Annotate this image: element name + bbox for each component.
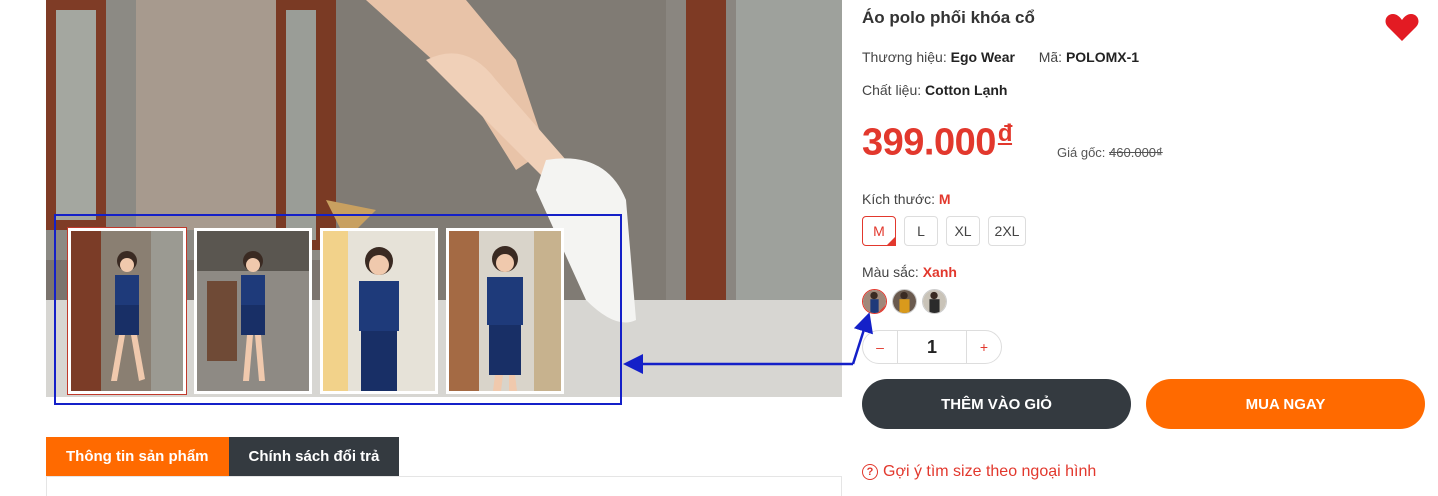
size-label-line: Kích thước: M xyxy=(862,191,951,207)
color-swatch-navy[interactable] xyxy=(862,289,887,314)
brand-value: Ego Wear xyxy=(950,49,1015,65)
thumbnail-2[interactable] xyxy=(194,228,312,394)
thumbnail-photo-3 xyxy=(323,231,435,391)
tab-return-policy[interactable]: Chính sách đổi trả xyxy=(228,437,400,476)
navy-swatch-icon xyxy=(863,290,886,313)
tab-product-info[interactable]: Thông tin sản phẩm xyxy=(46,437,229,476)
size-suggestion-link[interactable]: ? Gợi ý tìm size theo ngoại hình xyxy=(862,463,1096,481)
question-icon: ? xyxy=(862,464,878,480)
sale-price: 399.000đ xyxy=(862,120,1013,165)
product-title: Áo polo phối khóa cổ xyxy=(862,8,1035,27)
buy-now-button[interactable]: MUA NGAY xyxy=(1146,379,1425,429)
quantity-input[interactable]: 1 xyxy=(897,331,967,363)
size-selected: M xyxy=(938,191,951,207)
size-label: Kích thước: xyxy=(862,191,936,207)
size-option-m[interactable]: M xyxy=(862,216,896,246)
brand-sku-line: Thương hiệu: Ego Wear Mã: POLOMX-1 xyxy=(862,49,1139,65)
color-label-line: Màu sắc: Xanh xyxy=(862,264,957,280)
material-value: Cotton Lạnh xyxy=(925,82,1008,98)
thumbnail-4[interactable] xyxy=(446,228,564,394)
quantity-decrease-button[interactable]: – xyxy=(863,331,897,363)
product-page: Thông tin sản phẩm Chính sách đổi trả Áo… xyxy=(0,0,1438,496)
quantity-increase-button[interactable]: + xyxy=(967,331,1001,363)
thumbnail-1[interactable] xyxy=(67,227,187,395)
color-label: Màu sắc: xyxy=(862,264,919,280)
add-to-cart-button[interactable]: THÊM VÀO GIỎ xyxy=(862,379,1131,429)
size-suggestion-text: Gợi ý tìm size theo ngoại hình xyxy=(883,463,1097,480)
thumbnail-photo-2 xyxy=(197,231,309,391)
color-selected: Xanh xyxy=(922,264,957,280)
sku-value: POLOMX-1 xyxy=(1065,49,1140,65)
size-option-2xl[interactable]: 2XL xyxy=(988,216,1026,246)
color-swatch-mustard[interactable] xyxy=(892,289,917,314)
tab-panel xyxy=(46,476,842,496)
thumbnail-strip xyxy=(54,214,622,405)
dark-swatch-icon xyxy=(923,290,946,313)
brand-label: Thương hiệu: xyxy=(862,49,947,65)
size-options: M L XL 2XL xyxy=(862,216,1026,246)
size-option-l[interactable]: L xyxy=(904,216,938,246)
material-label: Chất liệu: xyxy=(862,82,922,98)
original-price-value: 460.000₫ xyxy=(1109,145,1163,160)
product-tabs: Thông tin sản phẩm Chính sách đổi trả xyxy=(46,437,400,476)
color-options xyxy=(862,289,947,314)
price-currency: đ xyxy=(997,120,1013,147)
original-price: Giá gốc: 460.000₫ xyxy=(1057,145,1163,160)
thumbnail-photo-4 xyxy=(449,231,561,391)
size-option-xl[interactable]: XL xyxy=(946,216,980,246)
original-price-label: Giá gốc: xyxy=(1057,145,1106,160)
price-value: 399.000 xyxy=(862,121,996,164)
quantity-stepper: – 1 + xyxy=(862,330,1002,364)
color-swatch-dark[interactable] xyxy=(922,289,947,314)
material-line: Chất liệu: Cotton Lạnh xyxy=(862,82,1007,98)
sku-label: Mã: xyxy=(1038,49,1063,65)
heart-icon[interactable] xyxy=(1385,12,1419,42)
thumbnail-photo-1 xyxy=(71,231,183,391)
mustard-swatch-icon xyxy=(893,290,916,313)
thumbnail-3[interactable] xyxy=(320,228,438,394)
